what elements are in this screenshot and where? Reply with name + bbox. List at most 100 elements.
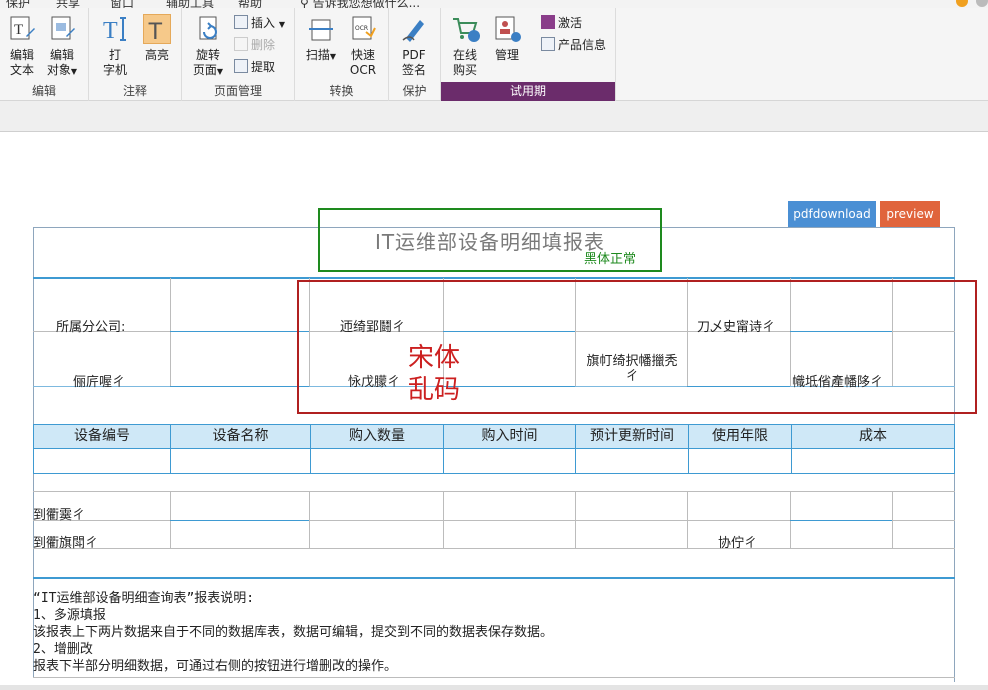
extract-button[interactable]: 提取 <box>234 58 275 76</box>
rotate-page-label-2: 页面 <box>192 63 217 77</box>
quick-ocr-button[interactable]: OCR 快速 OCR <box>345 14 381 78</box>
menubar: 保护 共享 窗口 辅助工具 帮助 ⚲ 告诉我您想做什么... <box>0 0 988 8</box>
upper-col-1 <box>170 278 171 386</box>
delete-button[interactable]: 删除 <box>234 36 275 54</box>
menu-protect[interactable]: 保护 <box>6 0 30 8</box>
col-cost: 成本 <box>859 428 887 444</box>
highlight-button[interactable]: T 高亮 <box>139 14 175 63</box>
trial-banner: 试用期 <box>441 82 615 101</box>
notes-line-4: 2、增删改 <box>33 642 93 657</box>
ribbon: T 编辑 文本 编辑 对象▼ 编辑 T 打 字机 T 高亮 注释 旋转 页面▼ … <box>0 8 988 101</box>
dropdown-arrow-icon: ▼ <box>329 52 337 61</box>
notes-line-1: “IT运维部设备明细查询表”报表说明: <box>33 591 255 606</box>
edit-object-icon <box>48 14 76 44</box>
typewriter-button[interactable]: T 打 字机 <box>97 14 133 78</box>
extract-icon <box>234 59 248 73</box>
buy-online-label-1: 在线 <box>452 48 477 62</box>
notes-top-line <box>33 577 955 579</box>
horizontal-scrollbar[interactable] <box>0 685 988 690</box>
dropdown-arrow-icon: ▼ <box>70 67 78 76</box>
cart-icon <box>451 14 480 44</box>
dropdown-arrow-icon: ▼ <box>216 67 224 76</box>
product-info-label: 产品信息 <box>558 38 607 52</box>
help-icon[interactable] <box>956 0 968 7</box>
garbled-label-8: 到衢旗閗ㄔ <box>33 536 99 551</box>
pdf-sign-label-2: 签名 <box>401 63 426 77</box>
insert-button[interactable]: 插入 ▼ <box>234 14 285 34</box>
group-trial: 在线 购买 管理 激活 产品信息 试用期 <box>441 8 616 101</box>
songti-annotation-line-1: 宋体 <box>408 343 461 373</box>
group-protect: PDF 签名 保护 <box>389 8 441 101</box>
delete-icon <box>234 37 248 51</box>
scan-button[interactable]: 扫描▼ <box>303 14 339 64</box>
lower-col-3 <box>443 491 444 548</box>
edit-object-label-1: 编辑 <box>49 48 74 62</box>
group-convert-label: 转换 <box>329 84 354 98</box>
typewriter-label-1: 打 <box>108 48 121 62</box>
col-service-life: 使用年限 <box>689 425 792 448</box>
notes-line-3: 该报表上下两片数据来自于不同的数据库表，数据可编辑，提交到不同的数据表保存数据。 <box>33 625 554 640</box>
edit-text-label-1: 编辑 <box>9 48 34 62</box>
lower-input-underline-1 <box>170 520 309 521</box>
edit-object-button[interactable]: 编辑 对象▼ <box>44 14 80 79</box>
tell-me-text: 告诉我您想做什么... <box>312 0 421 8</box>
highlight-label: 高亮 <box>144 48 169 62</box>
menu-tools[interactable]: 辅助工具 <box>166 0 214 8</box>
svg-text:T: T <box>148 18 163 43</box>
songti-annotation-box <box>297 280 977 414</box>
svg-text:T: T <box>14 22 23 38</box>
notes-bottom-line <box>33 677 955 678</box>
activate-button[interactable]: 激活 <box>541 14 582 32</box>
insert-icon <box>234 15 248 29</box>
detail-row-bottom <box>33 473 955 474</box>
garbled-label-7: 到衢霙ㄔ <box>33 508 86 523</box>
product-info-button[interactable]: 产品信息 <box>541 36 606 54</box>
quick-ocr-label-1: 快速 <box>350 48 375 62</box>
group-page-manage: 旋转 页面▼ 插入 ▼ 删除 提取 页面管理 <box>182 8 295 101</box>
preview-button[interactable]: preview <box>880 201 940 227</box>
notes-line-2: 1、多源填报 <box>33 608 106 623</box>
pdfdownload-button[interactable]: pdfdownload <box>788 201 876 227</box>
edit-text-icon: T <box>8 14 36 44</box>
group-edit: T 编辑 文本 编辑 对象▼ 编辑 <box>0 8 89 101</box>
buy-online-button[interactable]: 在线 购买 <box>447 14 483 78</box>
company-label: 所属分公司: <box>56 320 126 335</box>
input-underline-4 <box>170 386 309 387</box>
group-edit-label: 编辑 <box>31 84 56 98</box>
tell-me-input[interactable]: ⚲ 告诉我您想做什么... <box>300 0 420 8</box>
songti-annotation-text: 宋体 乱码 <box>408 342 460 406</box>
pdf-sign-button[interactable]: PDF 签名 <box>396 14 432 78</box>
quick-ocr-label-2: OCR <box>349 63 377 77</box>
heiti-annotation-text: 黑体正常 <box>584 252 637 267</box>
lower-col-2 <box>309 491 310 548</box>
typewriter-label-2: 字机 <box>102 63 127 77</box>
group-protect-label: 保护 <box>402 84 427 98</box>
manage-button[interactable]: 管理 <box>489 14 525 63</box>
col-device-name: 设备名称 <box>171 425 311 448</box>
delete-label: 删除 <box>251 38 276 52</box>
garbled-label-9: 协佇ㄔ <box>718 536 758 551</box>
svg-text:OCR: OCR <box>355 25 368 32</box>
key-icon <box>541 15 555 29</box>
report-notes: “IT运维部设备明细查询表”报表说明: 1、多源填报 该报表上下两片数据来自于不… <box>33 590 553 675</box>
activate-label: 激活 <box>558 16 583 30</box>
insert-label: 插入 <box>251 16 276 30</box>
pen-icon <box>400 14 428 44</box>
lower-row-top <box>33 491 955 492</box>
settings-icon[interactable] <box>976 0 988 7</box>
lower-col-5 <box>687 491 688 548</box>
document-page: pdfdownload preview IT运维部设备明细填报表 黑体正常 所属… <box>0 132 988 690</box>
manage-label: 管理 <box>494 48 519 62</box>
detail-row-col-4 <box>575 449 576 473</box>
col-update-time: 预计更新时间 <box>576 425 689 448</box>
menu-help[interactable]: 帮助 <box>238 0 262 8</box>
edit-text-button[interactable]: T 编辑 文本 <box>4 14 40 78</box>
detail-row-col-2 <box>310 449 311 473</box>
menu-share[interactable]: 共享 <box>56 0 80 8</box>
menu-window[interactable]: 窗口 <box>110 0 134 8</box>
detail-row-col-5 <box>688 449 689 473</box>
garbled-label-3: 俪庍喔ㄔ <box>73 375 126 390</box>
rotate-page-button[interactable]: 旋转 页面▼ <box>190 14 226 79</box>
scan-icon <box>307 14 335 44</box>
group-comment-label: 注释 <box>122 84 147 98</box>
